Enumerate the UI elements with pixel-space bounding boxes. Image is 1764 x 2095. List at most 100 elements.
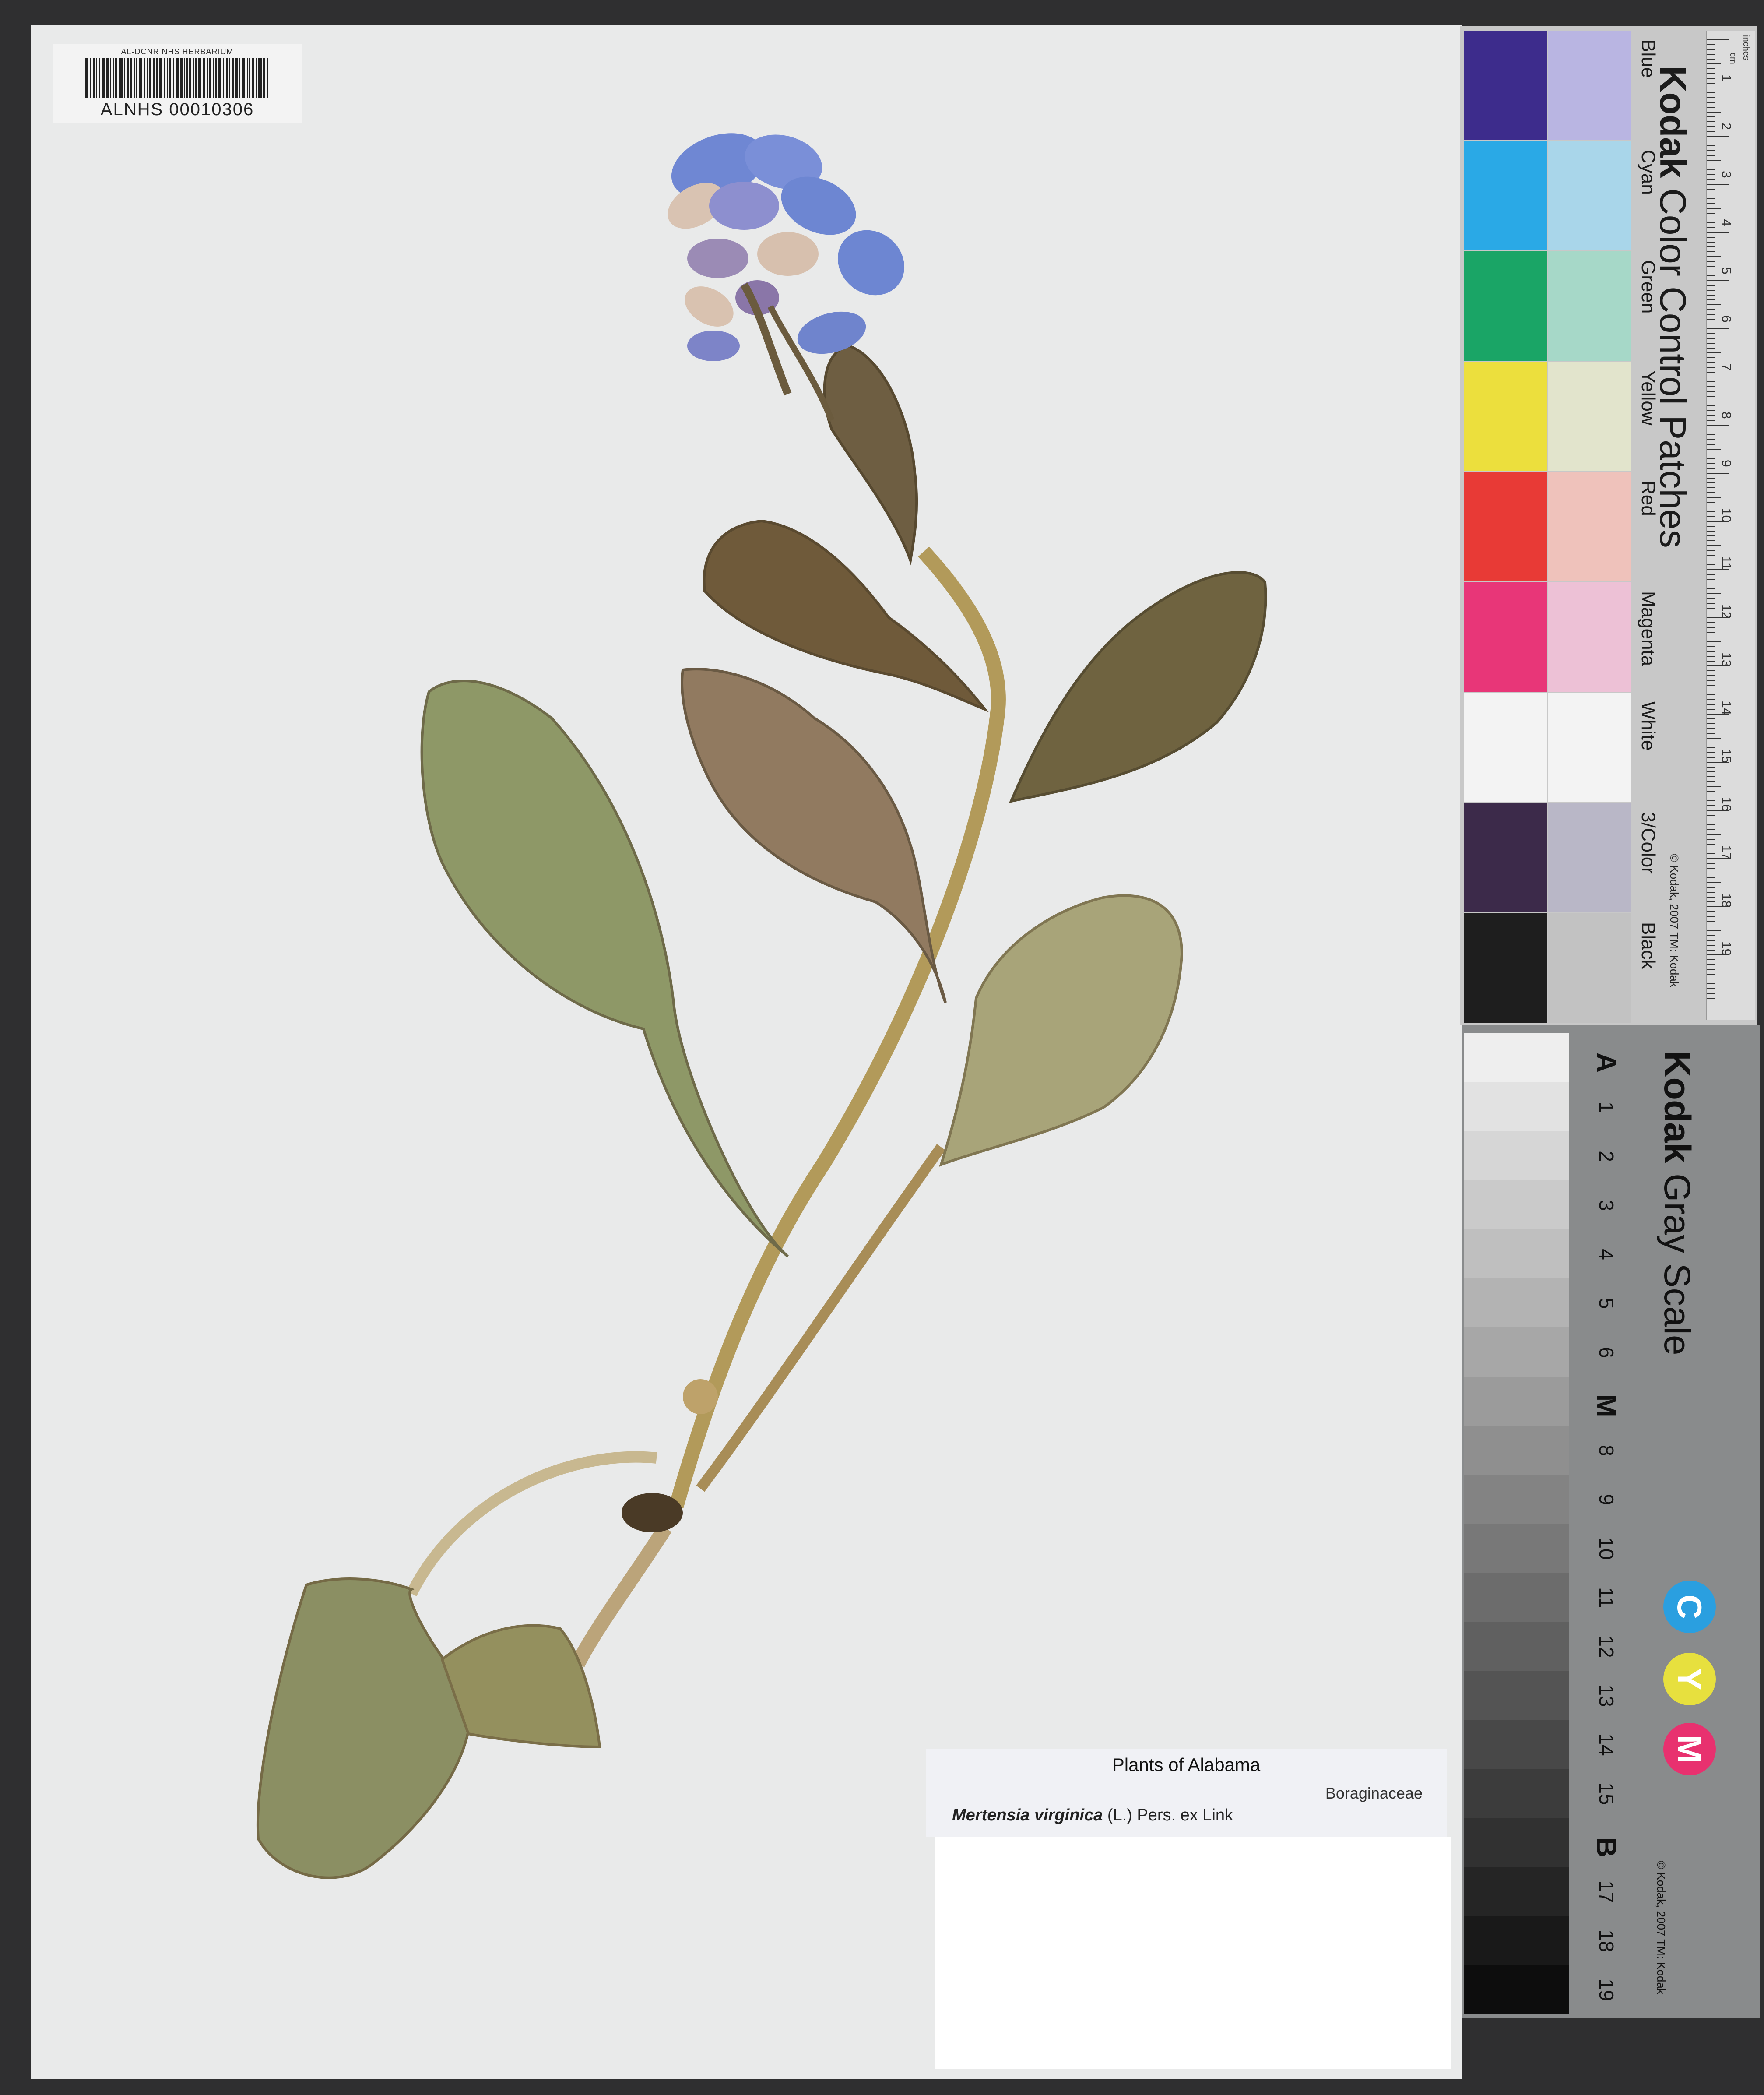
gray-step [1464,1377,1569,1426]
ruler-tick [1707,458,1715,459]
gray-step [1464,1524,1569,1573]
ruler-tick [1707,386,1715,387]
ruler-tick [1707,776,1715,777]
gray-card-title-text: Gray Scale [1657,1173,1698,1356]
gray-step [1464,1720,1569,1769]
cym-marker: C [1663,1581,1716,1633]
ruler-tick [1707,256,1721,257]
ruler-tick [1707,964,1715,965]
gray-step-label: 3 [1595,1200,1618,1211]
ruler-tick [1707,391,1715,392]
gray-step [1464,1229,1569,1278]
color-card-copyright: © Kodak, 2007 TM: Kodak [1668,854,1681,987]
ruler-number: 12 [1719,604,1733,619]
ruler-tick [1707,564,1715,565]
ruler-number: 11 [1719,556,1733,570]
leaf-middle [681,668,947,1003]
ruler-tick [1707,357,1715,358]
gray-step [1464,1916,1569,1965]
ruler-tick [1707,935,1715,936]
ruler-tick [1707,478,1715,479]
gray-step-label: 14 [1595,1733,1618,1756]
gray-step [1464,1573,1569,1622]
ruler-tick [1707,213,1715,214]
ruler-tick [1707,545,1721,546]
gray-step [1464,1426,1569,1475]
ruler-tick [1707,415,1715,416]
color-patch-dark [1464,141,1547,250]
ruler-tick [1707,275,1715,276]
gray-step [1464,1475,1569,1524]
basal-leaf-1 [256,1577,472,1879]
ruler-tick [1707,309,1715,310]
ruler-tick [1707,246,1715,247]
ruler-tick [1707,738,1721,739]
ruler-tick [1707,877,1715,878]
ruler-tick [1707,449,1721,450]
ruler-tick [1707,299,1715,300]
gray-step [1464,1671,1569,1720]
ruler-tick [1707,49,1715,50]
ruler-tick [1707,160,1721,161]
ruler-tick [1707,261,1715,262]
ruler-tick [1707,468,1715,469]
color-patch-label: Magenta [1637,591,1659,666]
ruler-tick [1707,815,1715,816]
ruler-unit: cm [1728,53,1738,64]
gray-step [1464,1818,1569,1867]
gray-step-label: A [1591,1052,1622,1073]
gray-step [1464,1867,1569,1916]
ruler-number: 14 [1719,701,1733,715]
ruler-tick [1707,805,1715,806]
ruler-tick [1707,68,1715,69]
ruler-tick [1707,482,1715,483]
ruler-number: 2 [1719,123,1733,130]
basal-leaf-2 [440,1624,601,1749]
ruler-tick [1707,179,1715,180]
ruler-tick [1707,839,1715,840]
ruler-tick [1707,251,1715,252]
leaf-right-pale [939,894,1184,1167]
ruler-tick [1707,531,1715,532]
ruler-tick [1707,969,1715,970]
ruler: 1 2 3 4 5 6 7 8 9 10 11 12 13 14 15 16 17 18 19 inches cm [1706,31,1755,1020]
color-patch-light [1548,803,1631,912]
ruler-tick [1707,348,1715,349]
ruler-tick [1707,622,1715,623]
ruler-number: 7 [1719,363,1733,371]
ruler-tick [1707,945,1715,946]
ruler-tick [1707,444,1715,445]
ruler-tick [1707,897,1715,898]
color-patch-dark [1464,362,1547,471]
ruler-tick [1707,290,1715,291]
ruler-tick [1707,651,1715,652]
color-patch-light [1548,251,1631,361]
gray-step-label: 8 [1595,1445,1618,1456]
color-patch-light [1548,362,1631,471]
gray-step-label: 1 [1595,1102,1618,1113]
root-petiole-1 [406,1451,657,1596]
ruler-tick [1707,102,1715,103]
gray-step-label: 5 [1595,1298,1618,1309]
cym-marker: M [1663,1723,1716,1775]
ruler-tick [1707,44,1715,45]
gray-step [1464,1769,1569,1818]
ruler-tick [1707,950,1715,951]
gray-step [1464,1327,1569,1377]
color-patch-dark [1464,803,1547,912]
ruler-tick [1707,718,1715,719]
gray-step [1464,1622,1569,1671]
ruler-tick [1707,593,1721,594]
ruler-tick [1707,367,1715,368]
ruler-tick [1707,333,1715,334]
label-authority: (L.) Pers. ex Link [1107,1806,1233,1824]
gray-step-label: 15 [1595,1782,1618,1805]
gray-step-label: 4 [1595,1249,1618,1260]
ruler-tick [1707,993,1715,994]
ruler-tick [1707,319,1715,320]
ruler-tick [1707,352,1721,353]
ruler-tick [1707,627,1715,628]
label-binomial: Mertensia virginica [952,1806,1103,1824]
ruler-number: 8 [1719,412,1733,419]
ruler-tick [1707,511,1715,512]
